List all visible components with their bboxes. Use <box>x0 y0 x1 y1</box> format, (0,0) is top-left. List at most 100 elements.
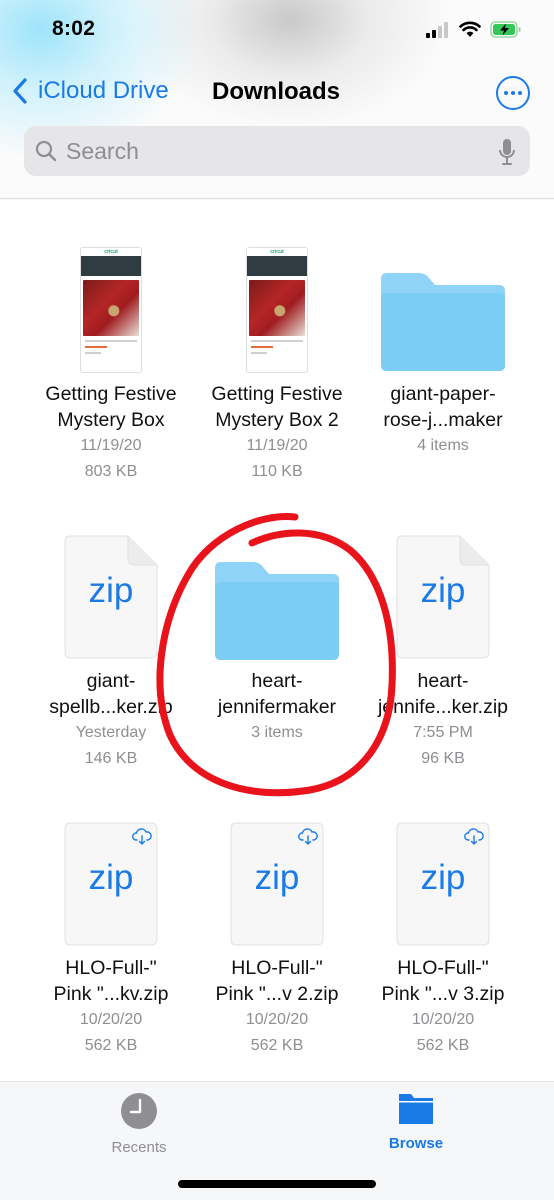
file-name-line2: spellb...ker.zip <box>49 696 173 718</box>
thumb-photo <box>249 280 305 336</box>
zip-label: zip <box>254 858 300 897</box>
file-name-line2: Mystery Box <box>57 409 165 431</box>
cloud-download-icon[interactable] <box>298 828 318 846</box>
back-button-label: iCloud Drive <box>38 77 169 104</box>
ellipsis-dot <box>511 91 515 95</box>
status-bar: 8:02 <box>0 0 554 60</box>
thumbnail-area: zip <box>194 771 360 946</box>
thumb-line <box>85 346 107 348</box>
folder-name-line1: giant-paper- <box>390 383 496 405</box>
file-size: 562 KB <box>84 1037 138 1054</box>
thumb-line <box>85 340 137 342</box>
cloud-download-icon[interactable] <box>464 828 484 846</box>
file-name-line1: HLO-Full-" <box>397 957 489 979</box>
navigation-bar: iCloud Drive Downloads <box>0 66 554 120</box>
thumbnail-area <box>194 484 360 660</box>
zip-file-icon: zip <box>64 535 158 659</box>
more-options-button[interactable] <box>496 76 530 110</box>
zip-label: zip <box>88 858 134 897</box>
document-thumbnail: cricut <box>246 247 308 373</box>
home-indicator[interactable] <box>178 1180 376 1188</box>
zip-file-item-cloud[interactable]: zip HLO-Full-" Pink "...v 3.zip 10/20/20… <box>360 771 526 1059</box>
thumb-line <box>251 352 267 354</box>
microphone-icon[interactable] <box>498 138 516 166</box>
folder-item[interactable]: giant-paper- rose-j...maker 4 items <box>360 199 526 459</box>
ellipsis-icon <box>504 91 508 95</box>
file-name-line2: jennife...ker.zip <box>377 696 509 718</box>
wifi-icon <box>459 21 481 37</box>
file-size: 562 KB <box>250 1037 304 1054</box>
thumb-brand: cricut <box>104 249 118 255</box>
zip-file-item-cloud[interactable]: zip HLO-Full-" Pink "...v 2.zip 10/20/20… <box>194 771 360 1059</box>
tab-browse[interactable]: Browse <box>356 1092 476 1152</box>
file-grid: cricut Getting Festive Mystery Box 11/19… <box>0 199 554 1079</box>
zip-file-icon: zip <box>230 822 324 946</box>
thumb-line <box>251 346 273 348</box>
thumb-banner <box>247 256 307 276</box>
cloud-download-icon[interactable] <box>132 828 152 846</box>
file-name-line1: HLO-Full-" <box>231 957 323 979</box>
file-date: 10/20/20 <box>79 1011 143 1028</box>
thumb-line <box>85 352 101 354</box>
document-thumbnail: cricut <box>80 247 142 373</box>
file-name-line2: Mystery Box 2 <box>215 409 339 431</box>
file-name-line1: HLO-Full-" <box>65 957 157 979</box>
thumbnail-area: zip <box>28 771 194 946</box>
file-name-line1: Getting Festive <box>45 383 177 405</box>
thumb-line <box>251 340 303 342</box>
file-name-line1: heart- <box>417 670 469 692</box>
file-name-line2: Pink "...kv.zip <box>53 983 169 1005</box>
search-input[interactable] <box>66 137 466 165</box>
file-name-line2: Pink "...v 3.zip <box>381 983 505 1005</box>
file-size: 803 KB <box>84 463 138 480</box>
page-title: Downloads <box>212 78 341 105</box>
thumbnail-area: zip <box>360 484 526 659</box>
tab-recents[interactable]: Recents <box>79 1092 199 1156</box>
file-size: 146 KB <box>84 750 138 767</box>
thumb-banner <box>81 256 141 276</box>
folder-item-count: 3 items <box>251 724 303 741</box>
folder-icon <box>215 562 339 660</box>
file-size: 110 KB <box>251 463 303 480</box>
file-date: Yesterday <box>75 724 147 741</box>
zip-label: zip <box>88 571 134 610</box>
file-date: 7:55 PM <box>413 724 473 741</box>
tab-browse-label: Browse <box>388 1135 444 1152</box>
battery-charging-icon <box>490 21 521 38</box>
folder-name-line1: heart- <box>251 670 303 692</box>
file-date: 11/19/20 <box>246 437 308 454</box>
file-date: 10/20/20 <box>245 1011 309 1028</box>
folder-item-highlighted[interactable]: heart- jennifermaker 3 items <box>194 484 360 746</box>
file-size: 562 KB <box>416 1037 470 1054</box>
thumb-header: cricut <box>247 248 307 256</box>
file-date: 10/20/20 <box>411 1011 475 1028</box>
folder-name-line2: rose-j...maker <box>383 409 503 431</box>
status-time: 8:02 <box>52 17 96 40</box>
file-item-document[interactable]: cricut Getting Festive Mystery Box 11/19… <box>28 199 194 485</box>
zip-label: zip <box>420 571 466 610</box>
search-bar[interactable] <box>24 126 530 176</box>
file-name-line2: Pink "...v 2.zip <box>215 983 339 1005</box>
zip-file-item[interactable]: zip giant- spellb...ker.zip Yesterday 14… <box>28 484 194 772</box>
back-button[interactable]: iCloud Drive <box>10 76 169 106</box>
zip-label: zip <box>420 858 466 897</box>
file-date: 11/19/20 <box>80 437 142 454</box>
thumb-header: cricut <box>81 248 141 256</box>
file-item-document[interactable]: cricut Getting Festive Mystery Box 2 11/… <box>194 199 360 485</box>
search-icon <box>35 140 57 162</box>
zip-file-icon: zip <box>396 822 490 946</box>
zip-file-item[interactable]: zip heart- jennife...ker.zip 7:55 PM 96 … <box>360 484 526 772</box>
thumbnail-area <box>360 199 526 371</box>
file-size: 96 KB <box>421 750 465 767</box>
thumbnail-area: cricut <box>194 199 360 373</box>
folder-icon <box>399 1094 433 1124</box>
zip-file-item-cloud[interactable]: zip HLO-Full-" Pink "...kv.zip 10/20/20 … <box>28 771 194 1059</box>
thumbnail-area: zip <box>28 484 194 659</box>
thumb-photo <box>83 280 139 336</box>
thumbnail-area: cricut <box>28 199 194 373</box>
file-name-line1: giant- <box>86 670 136 692</box>
ellipsis-dot <box>518 91 522 95</box>
folder-name-line2: jennifermaker <box>217 696 337 718</box>
chevron-left-icon <box>13 78 27 104</box>
clock-icon <box>121 1093 157 1129</box>
